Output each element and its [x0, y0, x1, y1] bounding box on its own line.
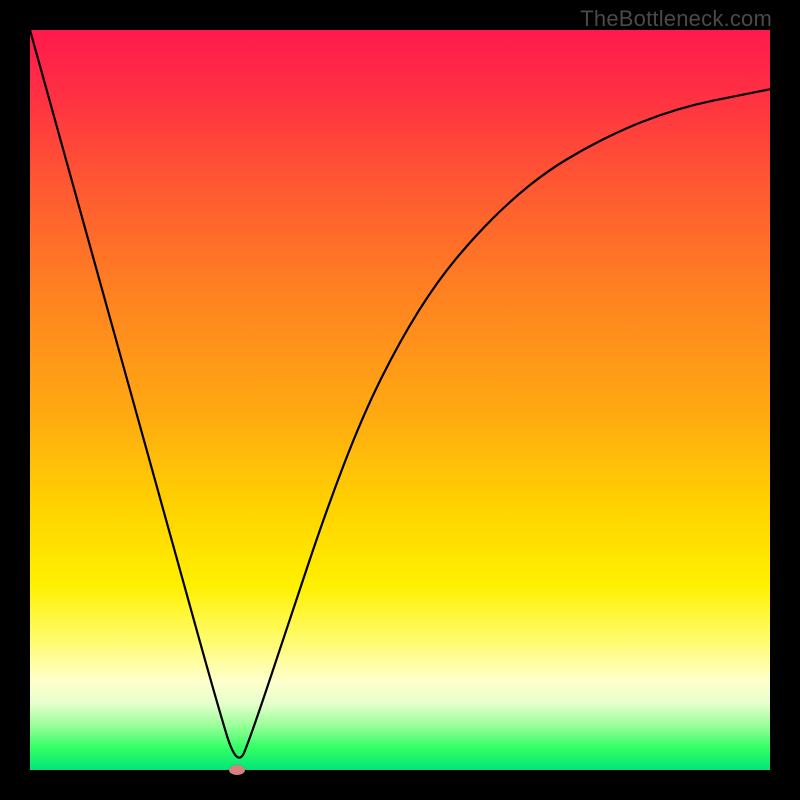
watermark-text: TheBottleneck.com: [580, 6, 772, 32]
minimum-marker: [229, 765, 245, 775]
chart-frame: TheBottleneck.com: [0, 0, 800, 800]
curve-svg: [30, 30, 770, 770]
bottleneck-curve-path: [30, 30, 770, 758]
plot-area: [30, 30, 770, 770]
